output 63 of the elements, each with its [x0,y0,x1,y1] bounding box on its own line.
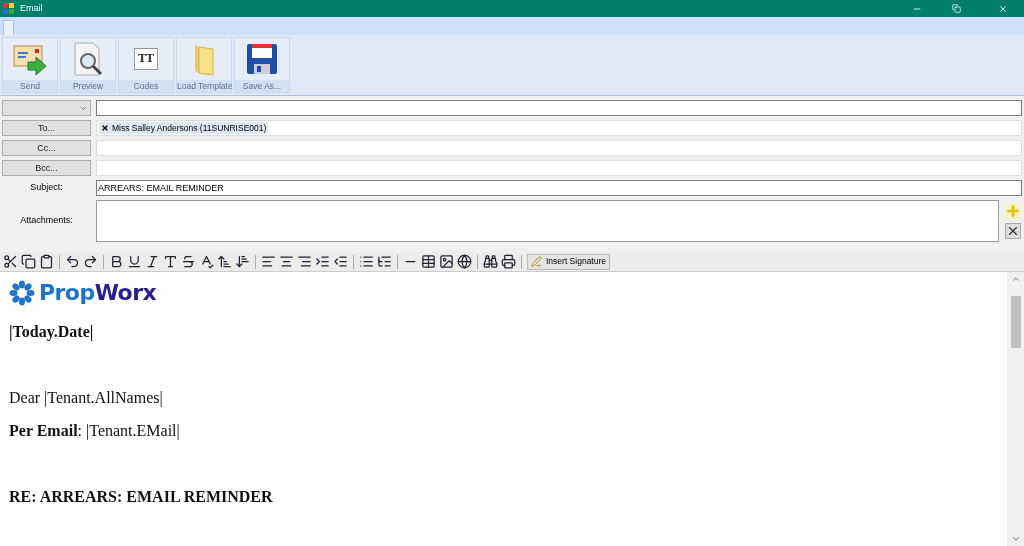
cc-field[interactable] [96,140,1022,156]
sort-descending-icon[interactable] [235,254,250,269]
align-left-icon[interactable] [261,254,276,269]
codes-icon: TT [134,47,158,71]
document-line: Per Email: |Tenant.EMail| [9,422,180,439]
globe-icon[interactable] [457,254,472,269]
ribbon-button[interactable]: Send [2,37,58,93]
to-button[interactable]: To... [2,120,91,136]
envelope-arrow-icon [12,42,48,76]
window-title: Email [20,1,43,15]
attachments-label: Attachments: [20,214,73,228]
document-line: |Today.Date| [9,323,94,340]
document-line: Dear |Tenant.AllNames| [9,389,163,406]
bcc-button[interactable]: Bcc... [2,160,91,176]
strikethrough-icon[interactable] [181,254,196,269]
underline-icon[interactable] [127,254,142,269]
undo-icon[interactable] [65,254,80,269]
copy-icon[interactable] [21,254,36,269]
restore-icon[interactable] [952,4,961,13]
magnifier-document-icon [71,41,105,77]
remove-icon[interactable] [101,124,109,132]
align-right-icon[interactable] [297,254,312,269]
redo-icon[interactable] [83,254,98,269]
bold-icon[interactable] [109,254,124,269]
ribbon-button[interactable]: Load Template [176,37,232,93]
align-center-icon[interactable] [279,254,294,269]
scroll-down-icon[interactable] [1010,534,1021,544]
attachments-field[interactable] [96,200,999,242]
table-icon[interactable] [421,254,436,269]
ribbon-button[interactable]: TT Codes [118,37,174,93]
propworx-logo: PropWorx [39,282,157,304]
bulleted-list-icon[interactable] [359,254,374,269]
paste-icon[interactable] [39,254,54,269]
ribbon-button[interactable]: Save As... [234,37,290,93]
ribbon-button[interactable]: Preview [60,37,116,93]
pen-icon [531,256,542,267]
printer-icon[interactable] [501,254,516,269]
tree-list-icon[interactable] [377,254,392,269]
subject-label: Subject: [30,181,63,195]
flower-logo-icon [9,280,35,306]
binoculars-icon[interactable] [483,254,498,269]
recipient-token[interactable]: Miss Salley Andersons (11SUNRISE001) [99,121,269,135]
remove-icon[interactable] [1005,223,1021,239]
italic-icon[interactable] [145,254,160,269]
insert-signature-button[interactable]: Insert Signature [527,253,610,270]
recipients-field[interactable]: Miss Salley Andersons (11SUNRISE001) [96,120,1022,136]
cc-button[interactable]: Cc... [2,140,91,156]
sort-ascending-icon[interactable] [217,254,232,269]
scrollbar[interactable] [1007,272,1024,546]
input-field[interactable] [96,100,1022,116]
font-icon[interactable] [163,254,178,269]
subject-field[interactable]: ARREARS: EMAIL REMINDER [96,180,1022,196]
app-icon [3,3,14,14]
scissors-icon[interactable] [3,254,18,269]
scroll-thumb[interactable] [1010,296,1021,348]
bcc-field[interactable] [96,160,1022,176]
scroll-up-icon[interactable] [1010,274,1021,284]
image-icon[interactable] [439,254,454,269]
indent-increase-icon[interactable] [315,254,330,269]
document-line: RE: ARREARS: EMAIL REMINDER [9,488,273,505]
spellcheck-icon[interactable] [199,254,214,269]
indent-decrease-icon[interactable] [333,254,348,269]
close-icon[interactable] [998,3,1008,14]
